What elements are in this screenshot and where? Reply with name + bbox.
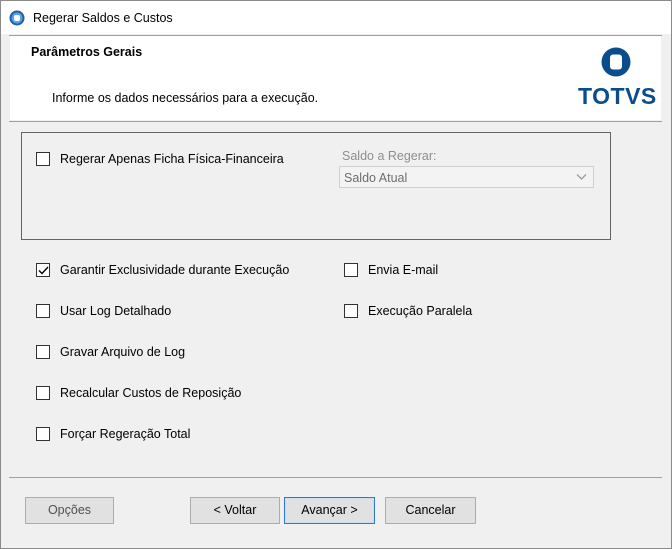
checkbox-label: Regerar Apenas Ficha Física-Financeira [60, 152, 284, 166]
next-button[interactable]: Avançar > [284, 497, 375, 524]
saldo-select[interactable]: Saldo Atual [339, 166, 594, 188]
checkbox-box[interactable] [36, 345, 50, 359]
checkbox-box[interactable] [344, 263, 358, 277]
checkbox-label: Gravar Arquivo de Log [60, 345, 186, 359]
checkbox-ficha-fisica-financeira[interactable]: Regerar Apenas Ficha Física-Financeira [36, 152, 284, 166]
dialog-window: Regerar Saldos e Custos Parâmetros Gerai… [0, 0, 672, 549]
checkbox-box[interactable] [36, 386, 50, 400]
checkbox-box[interactable] [36, 427, 50, 441]
header-panel: Parâmetros Gerais Informe os dados neces… [10, 36, 661, 120]
checkbox-garantir-exclusividade[interactable]: Garantir Exclusividade durante Execução [36, 263, 289, 277]
back-button[interactable]: < Voltar [190, 497, 280, 524]
app-icon [9, 10, 25, 26]
checkbox-execucao-paralela[interactable]: Execução Paralela [344, 304, 472, 318]
divider-footer [9, 477, 662, 478]
page-title: Parâmetros Gerais [31, 45, 143, 59]
checkbox-envia-email[interactable]: Envia E-mail [344, 263, 438, 277]
chevron-down-icon[interactable] [576, 173, 587, 181]
checkbox-box[interactable] [344, 304, 358, 318]
checkbox-label: Garantir Exclusividade durante Execução [60, 263, 290, 277]
checkbox-usar-log-detalhado[interactable]: Usar Log Detalhado [36, 304, 171, 318]
cancel-button[interactable]: Cancelar [385, 497, 476, 524]
checkbox-box[interactable] [36, 304, 50, 318]
totvs-logo-icon [601, 47, 631, 77]
window-title: Regerar Saldos e Custos [33, 11, 173, 25]
divider-header [9, 121, 662, 122]
checkbox-label: Usar Log Detalhado [60, 304, 172, 318]
checkbox-box[interactable] [36, 263, 50, 277]
checkbox-recalcular-custos[interactable]: Recalcular Custos de Reposição [36, 386, 241, 400]
options-button[interactable]: Opções [25, 497, 114, 524]
checkbox-label: Recalcular Custos de Reposição [60, 386, 242, 400]
checkbox-gravar-arquivo-log[interactable]: Gravar Arquivo de Log [36, 345, 185, 359]
totvs-logo: TOTVS [578, 45, 658, 117]
checkmark-icon [38, 266, 49, 275]
checkbox-label: Forçar Regeração Total [60, 427, 191, 441]
saldo-label: Saldo a Regerar: [342, 149, 437, 163]
saldo-select-value: Saldo Atual [344, 171, 408, 185]
title-bar[interactable]: Regerar Saldos e Custos [1, 1, 671, 34]
checkbox-label: Execução Paralela [368, 304, 473, 318]
checkbox-box[interactable] [36, 152, 50, 166]
logo-text: TOTVS [578, 83, 657, 109]
page-subtitle: Informe os dados necessários para a exec… [52, 91, 319, 105]
checkbox-forcar-regeracao[interactable]: Forçar Regeração Total [36, 427, 190, 441]
checkbox-label: Envia E-mail [368, 263, 439, 277]
